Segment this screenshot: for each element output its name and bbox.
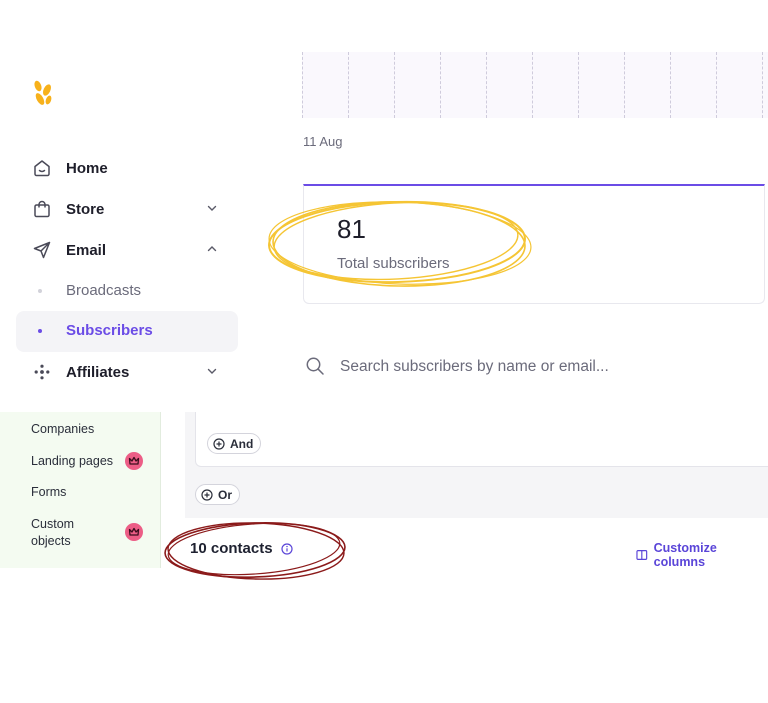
subscribers-chart — [302, 52, 768, 118]
and-label: And — [230, 436, 254, 451]
chart-gridline — [716, 52, 717, 118]
chart-gridline — [578, 52, 579, 118]
brand-logo[interactable] — [32, 80, 54, 113]
crm-nav-custom-objects[interactable]: Custom — [31, 516, 74, 533]
chart-gridline — [762, 52, 763, 118]
total-subscribers-caption: Total subscribers — [337, 255, 450, 272]
chevron-up-icon[interactable] — [206, 243, 218, 255]
sidebar-item-broadcasts[interactable]: Broadcasts — [66, 282, 141, 299]
contacts-count: 10 contacts — [190, 540, 293, 557]
chart-gridline — [624, 52, 625, 118]
chart-date-label: 11 Aug — [303, 134, 343, 149]
sidebar-item-subscribers-label: Subscribers — [66, 322, 153, 339]
sidebar-item-home[interactable]: Home — [32, 156, 108, 180]
chart-gridline — [670, 52, 671, 118]
sidebar-item-label: Store — [66, 200, 105, 218]
total-subscribers-value: 81 — [337, 214, 366, 244]
plus-circle-icon — [213, 437, 225, 450]
filter-group — [195, 412, 768, 467]
crown-icon — [125, 523, 143, 541]
plus-circle-icon — [201, 488, 213, 501]
columns-icon — [636, 550, 648, 560]
sidebar-item-label: Home — [66, 159, 108, 177]
add-or-condition-button[interactable]: Or — [195, 484, 241, 505]
chart-gridline — [302, 52, 303, 118]
search-input[interactable] — [340, 355, 740, 379]
crm-nav-companies[interactable]: Companies — [31, 421, 94, 438]
total-subscribers-card — [303, 184, 765, 304]
sidebar-item-label: Affiliates — [66, 363, 130, 381]
active-dot — [38, 329, 42, 333]
send-icon — [33, 241, 51, 259]
crown-icon — [125, 452, 143, 470]
chart-gridline — [486, 52, 487, 118]
chart-gridline — [348, 52, 349, 118]
crm-nav-forms[interactable]: Forms — [31, 484, 66, 501]
crm-nav-landing-pages[interactable]: Landing pages — [31, 453, 113, 470]
composite-screenshot: Companies Landing pages Forms Custom obj… — [0, 0, 768, 703]
sidebar-item-email[interactable]: Email — [32, 238, 222, 262]
chevron-down-icon[interactable] — [206, 365, 218, 377]
search-bar — [305, 356, 325, 376]
chart-gridline — [440, 52, 441, 118]
sidebar-item-store[interactable]: Store — [32, 197, 222, 221]
home-icon — [34, 160, 50, 177]
info-icon[interactable] — [280, 542, 293, 555]
sidebar-item-label: Email — [66, 241, 107, 259]
add-and-condition-button[interactable]: And — [207, 433, 262, 454]
or-label: Or — [218, 487, 233, 502]
customize-columns-button[interactable]: Customize columns — [636, 541, 768, 569]
chevron-down-icon[interactable] — [206, 202, 218, 214]
sidebar-item-affiliates[interactable]: Affiliates — [32, 360, 222, 384]
chart-gridline — [532, 52, 533, 118]
search-icon — [306, 357, 324, 375]
chart-gridline — [394, 52, 395, 118]
affiliates-icon — [34, 364, 50, 380]
contacts-count-text: 10 contacts — [190, 540, 273, 557]
tree-dot — [38, 289, 42, 293]
customize-columns-label: Customize columns — [653, 541, 717, 569]
crm-nav-custom-objects-line2: objects — [31, 534, 71, 548]
shopping-bag-icon — [34, 200, 50, 218]
